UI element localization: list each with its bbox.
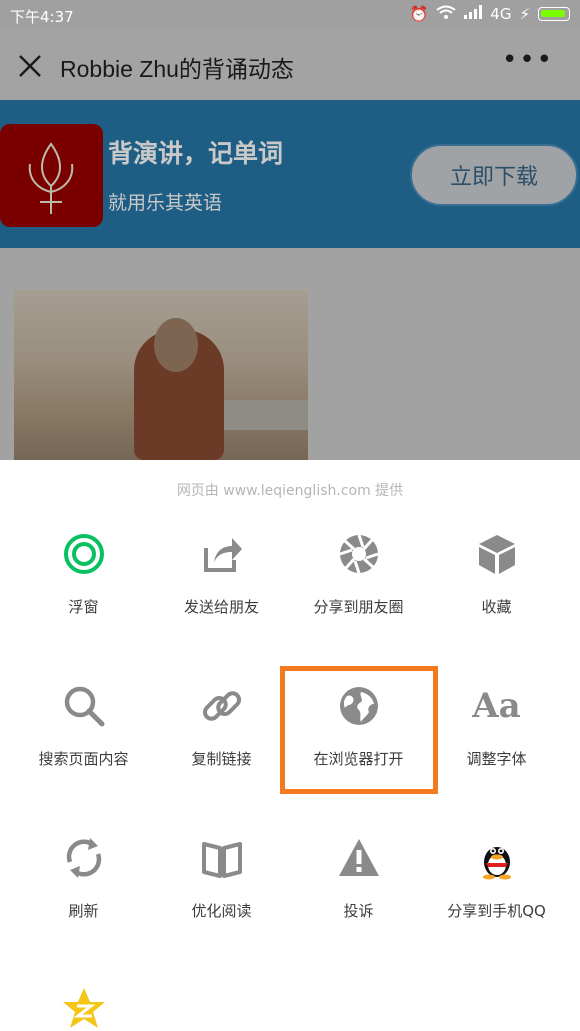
alarm-icon: ⏰ xyxy=(409,5,429,23)
photo-head xyxy=(154,318,198,372)
battery-icon xyxy=(538,7,570,21)
app-logo xyxy=(0,124,103,227)
warning-icon xyxy=(338,839,379,876)
sheet-item-qzone[interactable] xyxy=(11,986,156,1031)
app-banner[interactable]: 背演讲，记单词 就用乐其英语 立即下载 xyxy=(0,100,580,248)
sheet-item-report[interactable]: 投诉 xyxy=(286,836,431,956)
more-menu-icon[interactable]: ••• xyxy=(502,47,554,73)
charging-icon: ⚡ xyxy=(519,5,530,23)
sheet-item-share-qq[interactable]: 分享到手机QQ xyxy=(424,836,569,956)
sheet-item-search-page[interactable]: 搜索页面内容 xyxy=(11,684,156,804)
top-bar: Robbie Zhu的背诵动态 ••• xyxy=(0,30,580,100)
sheet-item-label: 收藏 xyxy=(481,598,512,616)
download-button[interactable]: 立即下载 xyxy=(410,144,578,206)
provider-text: 网页由 www.leqienglish.com 提供 xyxy=(176,483,404,499)
sheet-item-label: 投诉 xyxy=(343,902,374,920)
moments-icon xyxy=(339,534,378,574)
sheet-item-copy-link[interactable]: 复制链接 xyxy=(149,684,294,804)
favorite-cube-icon xyxy=(478,535,515,574)
sheet-item-floating-window[interactable]: 浮窗 xyxy=(11,532,156,652)
search-icon xyxy=(64,686,104,727)
floating-window-icon xyxy=(63,534,104,574)
qq-icon xyxy=(482,847,511,880)
sheet-item-moments[interactable]: 分享到朋友圈 xyxy=(286,532,431,652)
network-type: 4G xyxy=(490,5,512,23)
share-sheet: 网页由 www.leqienglish.com 提供 浮窗 发送给朋友 分享到朋… xyxy=(0,460,580,1031)
qzone-star-icon xyxy=(62,988,105,1028)
sheet-item-send-friend[interactable]: 发送给朋友 xyxy=(149,532,294,652)
banner-headline: 背演讲，记单词 xyxy=(108,139,284,168)
sheet-item-label: 浮窗 xyxy=(68,598,99,616)
sheet-item-label: 复制链接 xyxy=(191,750,252,768)
sheet-item-label: 优化阅读 xyxy=(191,902,252,920)
sheet-item-adjust-font[interactable]: Aa 调整字体 xyxy=(424,684,569,804)
close-icon[interactable] xyxy=(16,52,44,80)
share-forward-icon xyxy=(203,538,242,572)
sheet-item-refresh[interactable]: 刷新 xyxy=(11,836,156,956)
page-title: Robbie Zhu的背诵动态 xyxy=(60,56,294,82)
status-time: 下午4:37 xyxy=(10,8,74,26)
font-icon: Aa xyxy=(472,686,521,726)
refresh-icon xyxy=(66,838,101,878)
sheet-item-optimize-reading[interactable]: 优化阅读 xyxy=(149,836,294,956)
wifi-icon xyxy=(436,5,456,23)
book-icon xyxy=(201,842,242,878)
signal-icon xyxy=(464,5,483,23)
sheet-item-label: 分享到手机QQ xyxy=(447,902,546,920)
sheet-item-label: 分享到朋友圈 xyxy=(313,598,404,616)
link-icon xyxy=(202,691,241,721)
status-icons: ⏰ 4G ⚡ xyxy=(410,5,570,23)
highlight-box xyxy=(280,666,438,794)
sheet-item-favorite[interactable]: 收藏 xyxy=(424,532,569,652)
banner-subline: 就用乐其英语 xyxy=(108,192,223,214)
sheet-item-label: 刷新 xyxy=(68,902,99,920)
sheet-item-label: 搜索页面内容 xyxy=(38,750,129,768)
sheet-item-label: 调整字体 xyxy=(466,750,527,768)
status-bar: 下午4:37 ⏰ 4G ⚡ xyxy=(0,0,580,30)
article-image xyxy=(14,290,308,460)
sheet-item-label: 发送给朋友 xyxy=(183,598,259,616)
